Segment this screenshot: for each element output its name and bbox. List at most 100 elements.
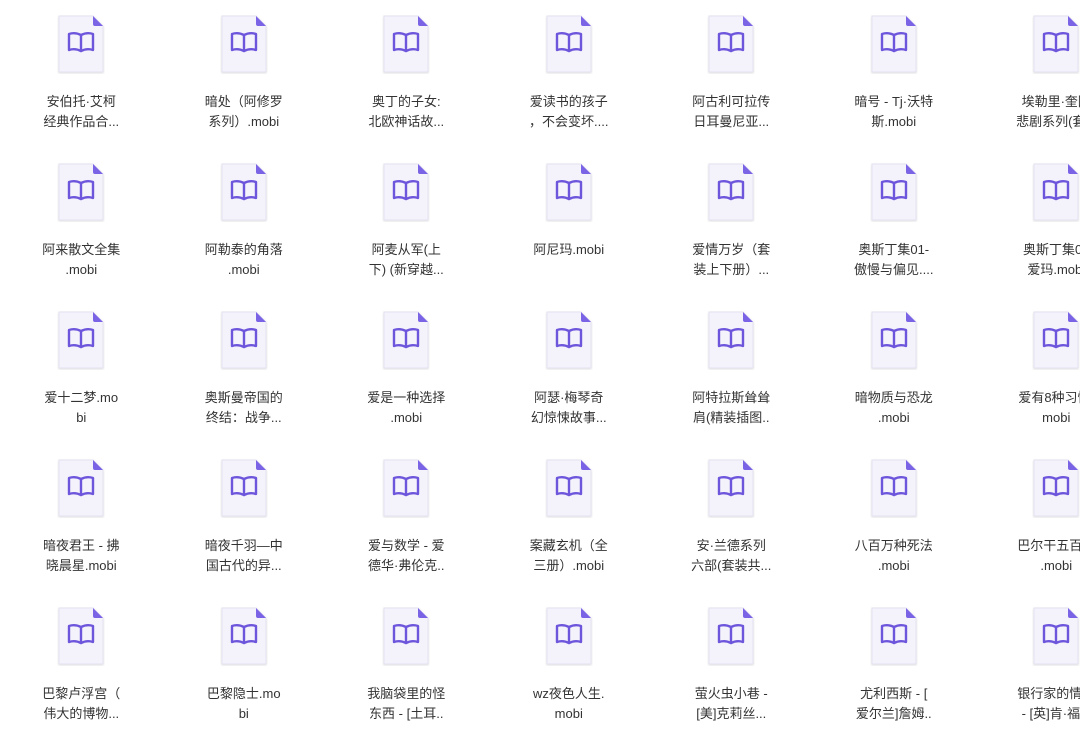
- ebook-file-icon[interactable]: [545, 458, 593, 518]
- file-name-label: 银行家的情人 - [英]肯·福...: [991, 684, 1080, 724]
- file-item[interactable]: wz夜色人生. mobi: [488, 602, 651, 729]
- file-item[interactable]: 安伯托·艾柯 经典作品合...: [0, 10, 163, 158]
- ebook-file-icon[interactable]: [1032, 162, 1080, 222]
- file-item[interactable]: 尤利西斯 - [ 爱尔兰]詹姆..: [813, 602, 976, 729]
- ebook-file-icon[interactable]: [870, 310, 918, 370]
- file-name-line-2: 晓晨星.mobi: [45, 558, 117, 573]
- ebook-file-icon[interactable]: [545, 162, 593, 222]
- ebook-file-icon[interactable]: [870, 162, 918, 222]
- ebook-file-icon[interactable]: [382, 606, 430, 666]
- ebook-file-icon[interactable]: [382, 14, 430, 74]
- file-name-label: 阿来散文全集 .mobi: [16, 240, 146, 280]
- file-item[interactable]: 巴黎卢浮宫（ 伟大的博物...: [0, 602, 163, 729]
- ebook-file-icon[interactable]: [545, 14, 593, 74]
- ebook-file-icon[interactable]: [1032, 310, 1080, 370]
- file-item[interactable]: 爱读书的孩子 ，不会变坏....: [488, 10, 651, 158]
- file-item[interactable]: 暗号 - Tj·沃特 斯.mobi: [813, 10, 976, 158]
- file-item[interactable]: 暗处（阿修罗 系列）.mobi: [163, 10, 326, 158]
- ebook-file-icon[interactable]: [57, 162, 105, 222]
- file-item[interactable]: 奥丁的子女: 北欧神话故...: [325, 10, 488, 158]
- ebook-file-icon[interactable]: [57, 458, 105, 518]
- file-name-line-1: 暗夜君王 - 拂: [42, 538, 120, 553]
- ebook-file-icon[interactable]: [220, 14, 268, 74]
- file-name-line-2: [美]克莉丝...: [696, 706, 767, 721]
- file-name-line-2: - [英]肯·福...: [1021, 706, 1080, 721]
- file-item[interactable]: 爱与数学 - 爱 德华·弗伦克..: [325, 454, 488, 602]
- file-name-line-2: 德华·弗伦克..: [367, 558, 445, 573]
- file-name-line-1: 萤火虫小巷 -: [694, 686, 768, 701]
- file-name-label: 我脑袋里的怪 东西 - [土耳..: [341, 684, 471, 724]
- ebook-file-icon[interactable]: [870, 606, 918, 666]
- file-name-line-1: 安伯托·艾柯: [46, 94, 116, 109]
- ebook-file-icon[interactable]: [707, 14, 755, 74]
- ebook-file-icon[interactable]: [220, 310, 268, 370]
- ebook-file-icon[interactable]: [1032, 14, 1080, 74]
- file-item[interactable]: 我脑袋里的怪 东西 - [土耳..: [325, 602, 488, 729]
- file-item[interactable]: 暗夜千羽—中 国古代的异...: [163, 454, 326, 602]
- file-item[interactable]: 阿瑟·梅琴奇 幻惊悚故事...: [488, 306, 651, 454]
- ebook-file-icon[interactable]: [870, 14, 918, 74]
- file-name-label: 奥斯丁集03 爱玛.mobi: [991, 240, 1080, 280]
- ebook-file-icon[interactable]: [707, 310, 755, 370]
- ebook-file-icon[interactable]: [57, 14, 105, 74]
- file-name-line-1: 安·兰德系列: [696, 538, 766, 553]
- ebook-file-icon[interactable]: [57, 606, 105, 666]
- file-name-label: 爱有8种习惯. mobi: [991, 388, 1080, 428]
- file-item[interactable]: 爱是一种选择 .mobi: [325, 306, 488, 454]
- file-name-line-2: 伟大的博物...: [43, 706, 120, 721]
- ebook-file-icon[interactable]: [382, 458, 430, 518]
- file-item[interactable]: 阿古利可拉传 日耳曼尼亚...: [650, 10, 813, 158]
- file-item[interactable]: 暗夜君王 - 拂 晓晨星.mobi: [0, 454, 163, 602]
- file-item[interactable]: 巴尔干五百年 .mobi: [975, 454, 1080, 602]
- file-name-label: 尤利西斯 - [ 爱尔兰]詹姆..: [829, 684, 959, 724]
- file-item[interactable]: 奥斯丁集01- 傲慢与偏见....: [813, 158, 976, 306]
- ebook-file-icon[interactable]: [707, 162, 755, 222]
- file-name-line-2: .mobi: [390, 410, 423, 425]
- file-name-line-2: 斯.mobi: [871, 114, 917, 129]
- file-name-line-1: 阿勒泰的角落: [204, 242, 283, 257]
- file-grid: 安伯托·艾柯 经典作品合... 暗处（阿修罗 系列）.mobi 奥丁的子女: 北…: [0, 0, 1080, 729]
- ebook-file-icon[interactable]: [382, 162, 430, 222]
- file-item[interactable]: 银行家的情人 - [英]肯·福...: [975, 602, 1080, 729]
- file-name-line-1: 奥斯曼帝国的: [204, 390, 283, 405]
- ebook-file-icon[interactable]: [545, 606, 593, 666]
- file-name-label: wz夜色人生. mobi: [504, 684, 634, 724]
- ebook-file-icon[interactable]: [382, 310, 430, 370]
- file-item[interactable]: 阿来散文全集 .mobi: [0, 158, 163, 306]
- file-item[interactable]: 奥斯丁集03 爱玛.mobi: [975, 158, 1080, 306]
- file-item[interactable]: 阿特拉斯耸耸 肩(精装插图..: [650, 306, 813, 454]
- file-name-label: 奥斯曼帝国的 终结：战争...: [179, 388, 309, 428]
- file-name-label: 奥丁的子女: 北欧神话故...: [341, 92, 471, 132]
- file-item[interactable]: 阿尼玛.mobi: [488, 158, 651, 306]
- file-item[interactable]: 萤火虫小巷 - [美]克莉丝...: [650, 602, 813, 729]
- ebook-file-icon[interactable]: [220, 162, 268, 222]
- ebook-file-icon[interactable]: [57, 310, 105, 370]
- file-name-line-2: ，不会变坏....: [529, 114, 609, 129]
- file-item[interactable]: 爱有8种习惯. mobi: [975, 306, 1080, 454]
- file-item[interactable]: 奥斯曼帝国的 终结：战争...: [163, 306, 326, 454]
- file-item[interactable]: 爱情万岁（套 装上下册）...: [650, 158, 813, 306]
- file-item[interactable]: 暗物质与恐龙 .mobi: [813, 306, 976, 454]
- ebook-file-icon[interactable]: [707, 458, 755, 518]
- file-name-line-1: 暗处（阿修罗: [204, 94, 283, 109]
- file-name-line-2: 悲剧系列(套...: [1016, 114, 1080, 129]
- ebook-file-icon[interactable]: [1032, 458, 1080, 518]
- file-item[interactable]: 阿麦从军(上 下) (新穿越...: [325, 158, 488, 306]
- file-name-line-1: 爱与数学 - 爱: [367, 538, 445, 553]
- file-item[interactable]: 巴黎隐士.mo bi: [163, 602, 326, 729]
- ebook-file-icon[interactable]: [1032, 606, 1080, 666]
- file-item[interactable]: 安·兰德系列 六部(套装共...: [650, 454, 813, 602]
- ebook-file-icon[interactable]: [870, 458, 918, 518]
- ebook-file-icon[interactable]: [220, 606, 268, 666]
- file-name-line-1: 阿来散文全集: [42, 242, 121, 257]
- ebook-file-icon[interactable]: [707, 606, 755, 666]
- file-name-label: 暗处（阿修罗 系列）.mobi: [179, 92, 309, 132]
- file-item[interactable]: 案藏玄机（全 三册）.mobi: [488, 454, 651, 602]
- ebook-file-icon[interactable]: [220, 458, 268, 518]
- file-item[interactable]: 阿勒泰的角落 .mobi: [163, 158, 326, 306]
- file-item[interactable]: 八百万种死法 .mobi: [813, 454, 976, 602]
- file-item[interactable]: 埃勒里·奎因 悲剧系列(套...: [975, 10, 1080, 158]
- file-item[interactable]: 爱十二梦.mo bi: [0, 306, 163, 454]
- file-name-line-2: 东西 - [土耳..: [369, 706, 444, 721]
- ebook-file-icon[interactable]: [545, 310, 593, 370]
